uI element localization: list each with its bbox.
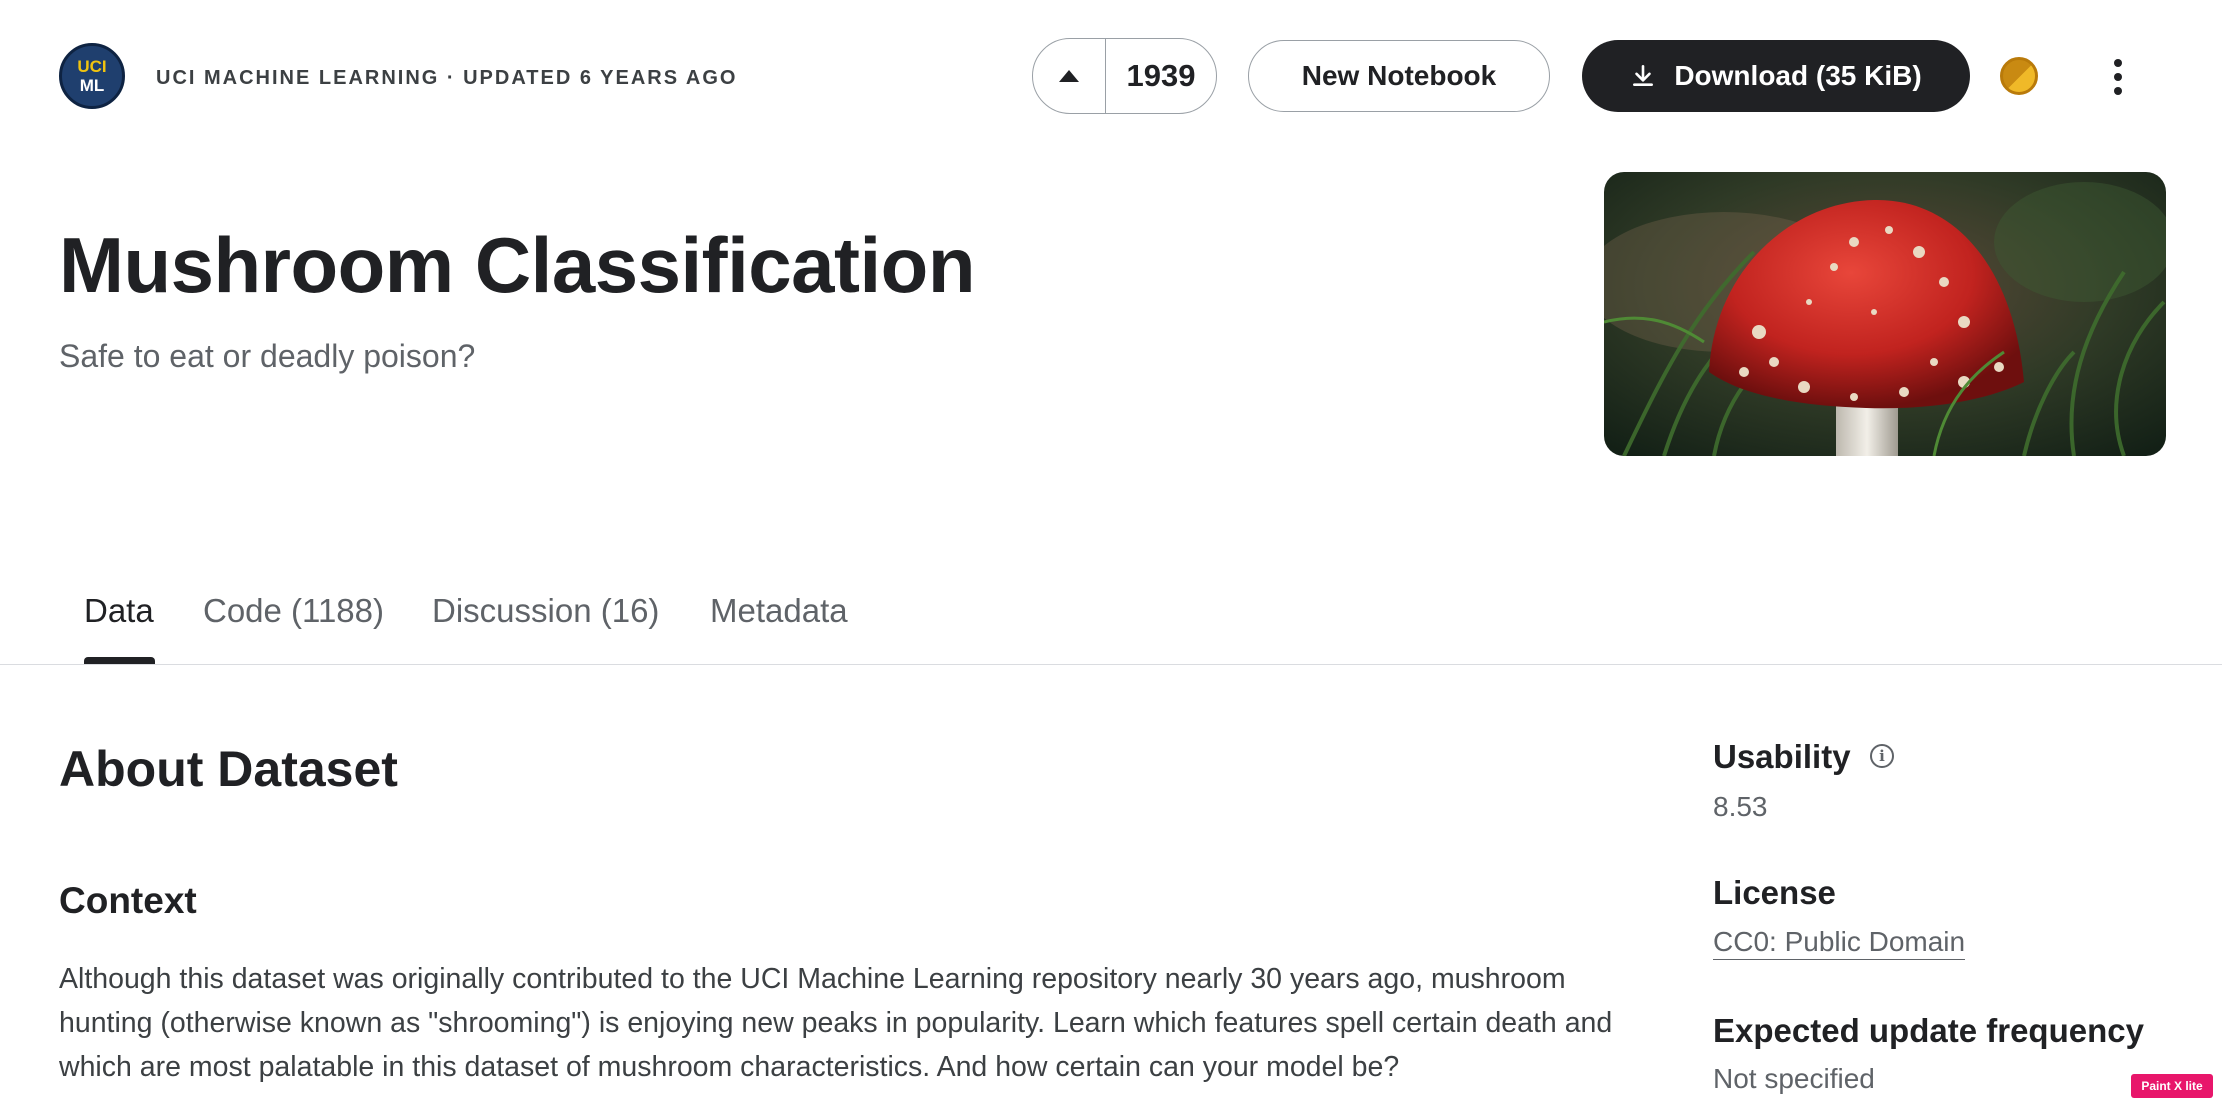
- tab-data[interactable]: Data: [84, 592, 154, 630]
- vote-count[interactable]: 1939: [1106, 58, 1216, 94]
- new-notebook-button[interactable]: New Notebook: [1248, 40, 1550, 112]
- context-paragraph: Although this dataset was originally con…: [59, 963, 1613, 1083]
- caret-up-icon: [1059, 70, 1079, 82]
- dataset-title: Mushroom Classification: [59, 221, 975, 309]
- dataset-subtitle: Safe to eat or deadly poison?: [59, 338, 476, 374]
- cover-image: [1604, 172, 2166, 456]
- extension-badge[interactable]: Paint X lite: [2131, 1074, 2213, 1098]
- org-logo[interactable]: UCI ML: [59, 43, 125, 109]
- tab-code[interactable]: Code (1188): [203, 592, 384, 630]
- tab-bar: Data Code (1188) Discussion (16) Metadat…: [0, 580, 2222, 665]
- medal-icon[interactable]: [2000, 57, 2038, 95]
- upvote-button[interactable]: [1033, 39, 1106, 113]
- download-icon: [1633, 64, 1654, 86]
- org-logo-bottom: ML: [79, 76, 105, 95]
- upvote-control: 1939: [1032, 38, 1217, 114]
- license-value-wrap: CC0: Public Domain: [1713, 926, 1966, 960]
- license-label: License: [1713, 874, 1836, 911]
- license-link[interactable]: CC0: Public Domain: [1713, 926, 1966, 960]
- tab-metadata[interactable]: Metadata: [710, 592, 848, 630]
- owner-updated-line[interactable]: UCI MACHINE LEARNING · UPDATED 6 YEARS A…: [156, 67, 737, 90]
- update-frequency-label: Expected update frequency: [1713, 1012, 2144, 1049]
- info-icon[interactable]: i: [1870, 744, 1894, 768]
- download-button[interactable]: Download (35 KiB): [1582, 40, 1970, 112]
- about-heading: About Dataset: [59, 741, 398, 797]
- org-logo-top: UCI: [77, 57, 107, 76]
- update-frequency-value: Not specified: [1713, 1063, 1875, 1094]
- usability-label: Usability: [1713, 738, 1851, 775]
- tab-discussion[interactable]: Discussion (16): [432, 592, 659, 630]
- dataset-header: UCI ML UCI MACHINE LEARNING · UPDATED 6 …: [0, 0, 2222, 150]
- active-tab-indicator: [84, 657, 155, 664]
- more-vertical-icon[interactable]: [2098, 55, 2138, 99]
- download-label: Download (35 KiB): [1674, 60, 1922, 91]
- context-heading: Context: [59, 880, 197, 921]
- usability-value: 8.53: [1713, 791, 1768, 822]
